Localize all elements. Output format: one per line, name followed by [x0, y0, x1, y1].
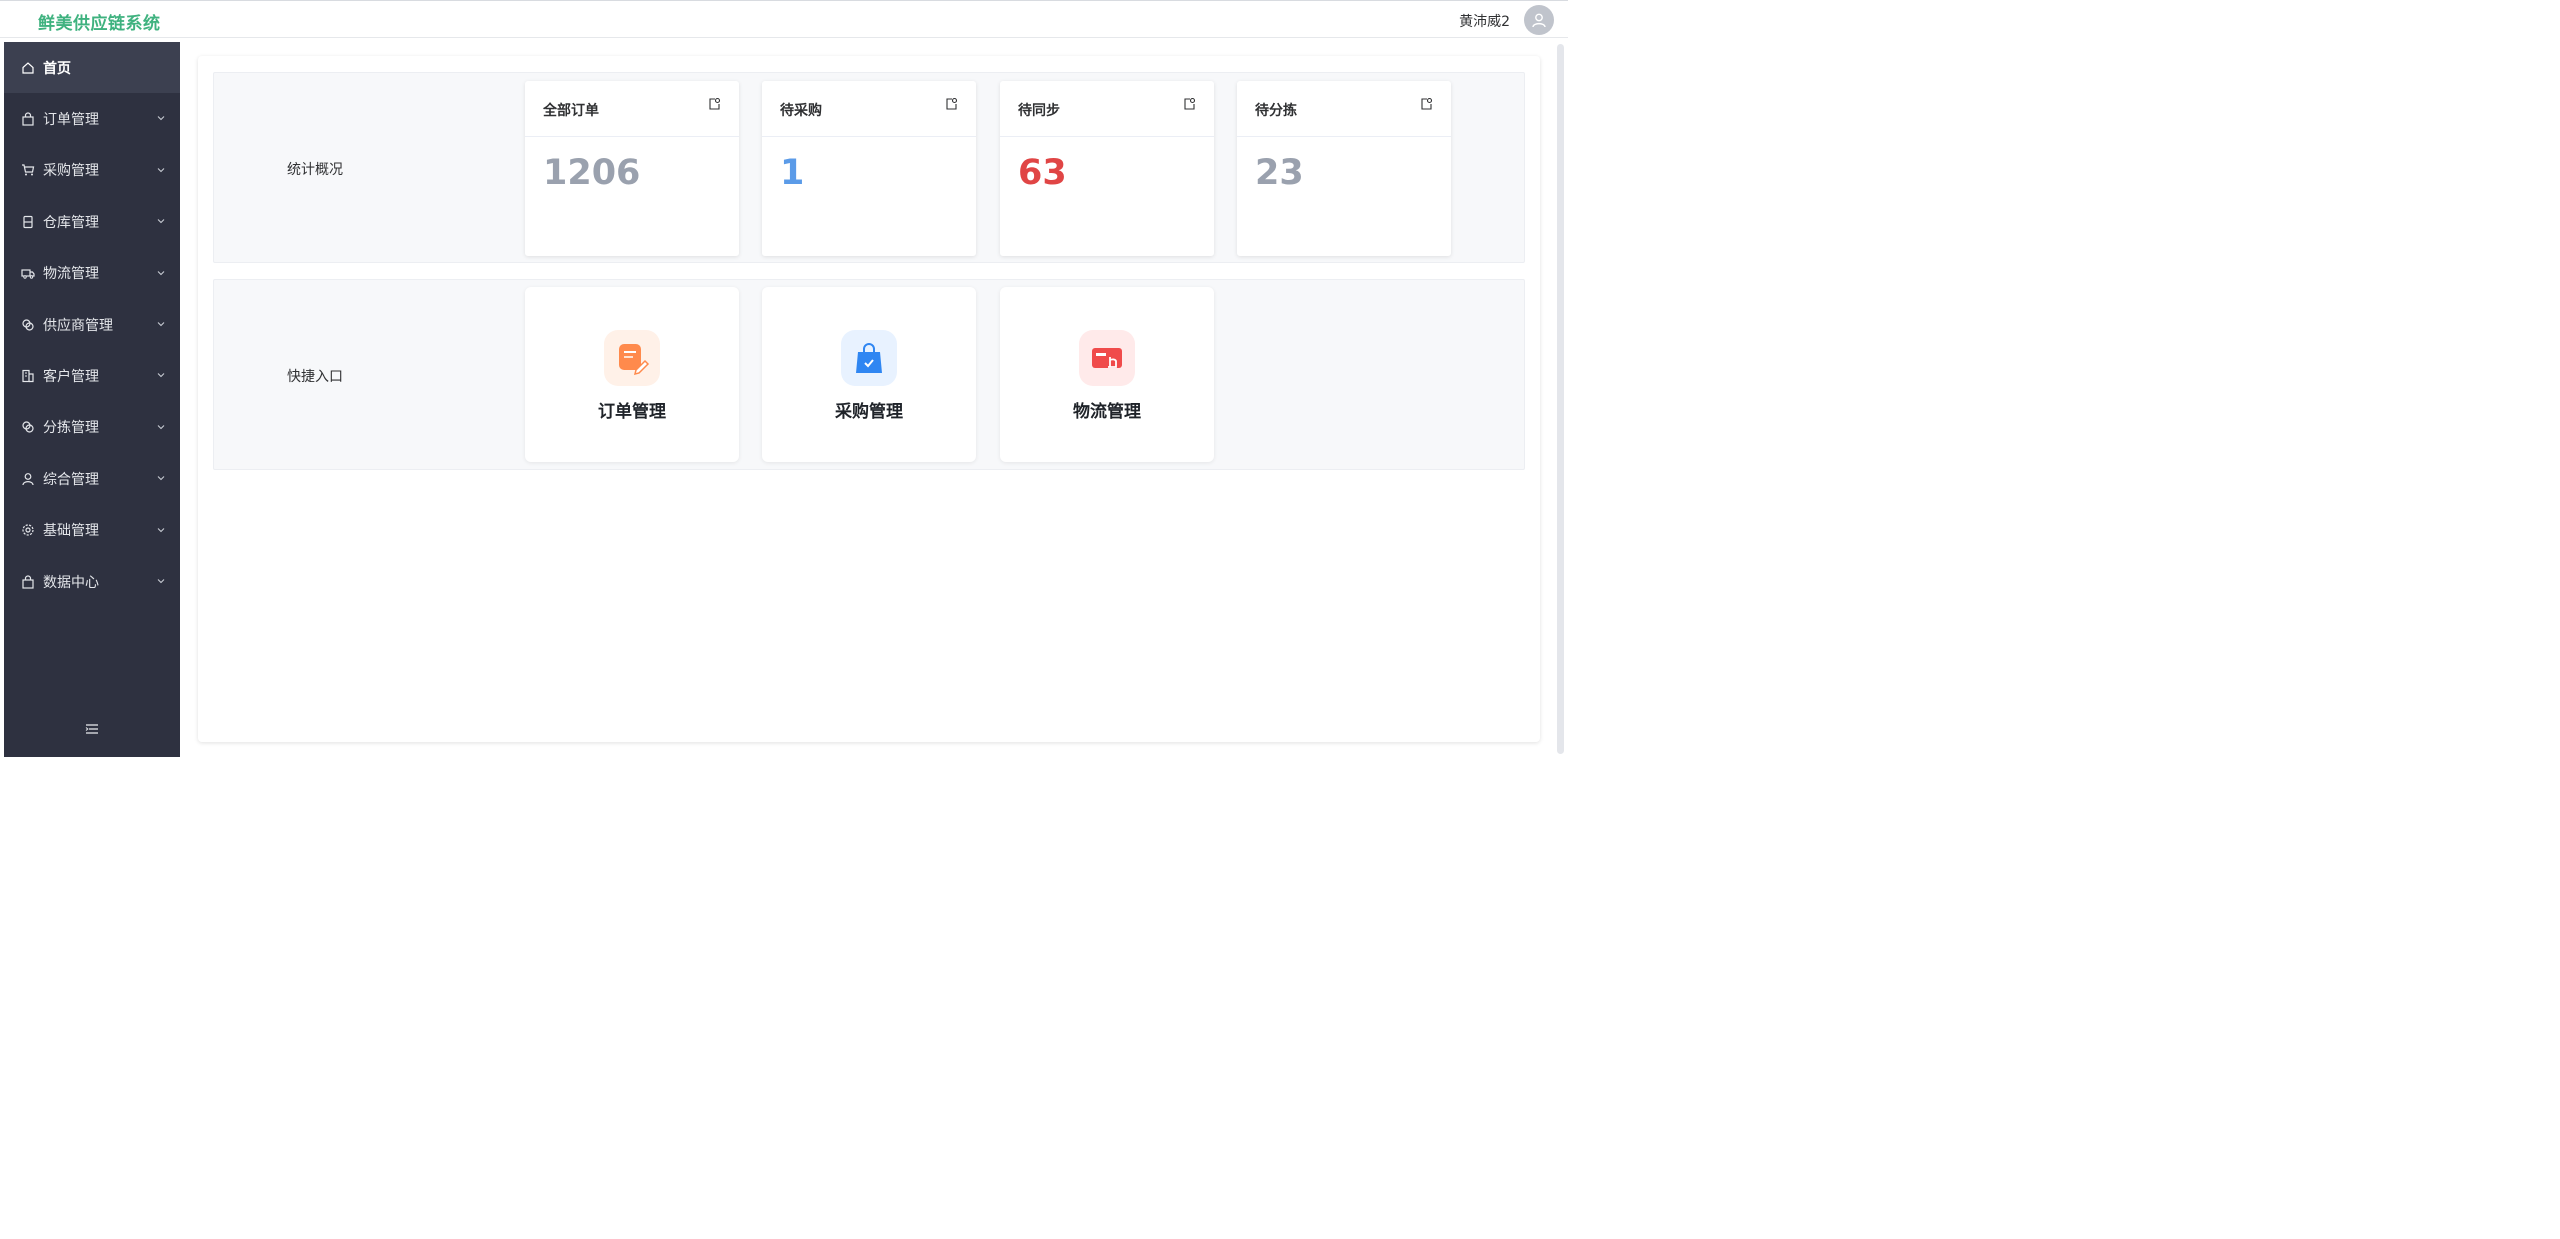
- stat-value: 1206: [543, 153, 641, 193]
- stat-value: 63: [1018, 153, 1067, 193]
- top-bar: 鲜美供应链系统 黄沛威2: [0, 0, 1568, 38]
- sidebar-item-orders[interactable]: 订单管理: [4, 93, 180, 144]
- sidebar-item-label: 订单管理: [43, 112, 99, 129]
- sidebar-item-label: 采购管理: [43, 163, 99, 180]
- quick-entry-logistics[interactable]: 物流管理: [1000, 287, 1214, 462]
- section-title: 统计概况: [287, 162, 343, 178]
- sidebar-item-home[interactable]: 首页: [4, 42, 180, 94]
- username[interactable]: 黄沛威2: [1459, 11, 1510, 31]
- sidebar-item-label: 供应商管理: [43, 317, 113, 334]
- link-icon: [21, 318, 35, 332]
- order-edit-icon: [604, 330, 660, 386]
- chevron-down-icon: [157, 527, 165, 532]
- bag-icon: [21, 112, 35, 126]
- box-icon: [21, 215, 35, 229]
- stat-value: 1: [780, 153, 805, 193]
- user-icon: [21, 472, 35, 486]
- sidebar-item-label: 数据中心: [43, 574, 99, 591]
- sidebar-item-label: 物流管理: [43, 266, 99, 283]
- sidebar-item-basic[interactable]: 基础管理: [4, 505, 180, 556]
- sidebar-item-general[interactable]: 综合管理: [4, 453, 180, 504]
- chevron-down-icon: [157, 322, 165, 327]
- stat-card-header: 待分拣: [1237, 81, 1451, 137]
- sidebar-item-label: 首页: [43, 60, 71, 77]
- chevron-down-icon: [157, 579, 165, 584]
- sidebar-item-label: 仓库管理: [43, 214, 99, 231]
- sidebar-item-warehouse[interactable]: 仓库管理: [4, 196, 180, 247]
- office-icon: [21, 369, 35, 383]
- stat-title: 待分拣: [1255, 103, 1297, 119]
- chevron-down-icon: [157, 270, 165, 275]
- link-icon: [21, 420, 35, 434]
- user-icon: [1532, 13, 1546, 28]
- sidebar-item-label: 基础管理: [43, 523, 99, 540]
- open-link-icon[interactable]: [1419, 97, 1433, 111]
- stat-title: 待采购: [780, 103, 822, 119]
- chevron-down-icon: [157, 116, 165, 121]
- home-icon: [21, 61, 35, 75]
- quick-entry-purchase[interactable]: 采购管理: [762, 287, 976, 462]
- stat-card-pending-sync[interactable]: 待同步 63: [1000, 81, 1214, 256]
- section-title: 快捷入口: [287, 369, 343, 385]
- sidebar-item-purchase[interactable]: 采购管理: [4, 145, 180, 196]
- open-link-icon[interactable]: [944, 97, 958, 111]
- sidebar: 首页 订单管理 采购管理 仓库管理 物流管理 供应商管理 客户管理 分拣管理 综…: [4, 42, 180, 757]
- chevron-down-icon: [157, 424, 165, 430]
- chevron-down-icon: [157, 476, 165, 481]
- sidebar-item-suppliers[interactable]: 供应商管理: [4, 299, 180, 350]
- chevron-down-icon: [157, 167, 165, 173]
- sidebar-item-label: 分拣管理: [43, 420, 99, 437]
- stat-title: 待同步: [1018, 103, 1060, 119]
- sidebar-item-label: 客户管理: [43, 369, 99, 386]
- stat-card-all-orders[interactable]: 全部订单 1206: [525, 81, 739, 256]
- quick-entry-orders[interactable]: 订单管理: [525, 287, 739, 462]
- sidebar-item-data-center[interactable]: 数据中心: [4, 556, 180, 607]
- stat-title: 全部订单: [543, 103, 599, 119]
- vertical-scrollbar[interactable]: [1557, 44, 1564, 754]
- stat-card-header: 全部订单: [525, 81, 739, 137]
- main-panel: 统计概况 全部订单 1206 待采购 1 待同步 63 待分拣 23 快捷入口 …: [198, 56, 1540, 742]
- stat-card-header: 待采购: [762, 81, 976, 137]
- truck-icon: [21, 266, 35, 280]
- chevron-down-icon: [157, 219, 165, 224]
- stat-card-pending-sorting[interactable]: 待分拣 23: [1237, 81, 1451, 256]
- fold-icon: [85, 724, 98, 734]
- bag-icon: [21, 575, 35, 589]
- sidebar-collapse-button[interactable]: [84, 721, 100, 737]
- avatar[interactable]: [1524, 5, 1554, 35]
- quick-entry-section: 快捷入口 订单管理 采购管理 物流管理: [213, 279, 1525, 470]
- quick-entry-label: 采购管理: [835, 402, 903, 422]
- stat-value: 23: [1255, 153, 1304, 193]
- quick-entry-label: 物流管理: [1073, 402, 1141, 422]
- open-link-icon[interactable]: [707, 97, 721, 111]
- brand-logo[interactable]: 鲜美供应链系统: [38, 9, 161, 34]
- sidebar-item-customers[interactable]: 客户管理: [4, 350, 180, 401]
- stats-section: 统计概况 全部订单 1206 待采购 1 待同步 63 待分拣 23: [213, 72, 1525, 263]
- sidebar-item-logistics[interactable]: 物流管理: [4, 248, 180, 299]
- quick-entry-label: 订单管理: [598, 402, 666, 422]
- chevron-down-icon: [157, 373, 165, 378]
- card-tap-icon: [1079, 330, 1135, 386]
- stat-card-pending-purchase[interactable]: 待采购 1: [762, 81, 976, 256]
- shopping-bag-icon: [841, 330, 897, 386]
- open-link-icon[interactable]: [1182, 97, 1196, 111]
- gear-icon: [21, 523, 35, 537]
- sidebar-item-sorting[interactable]: 分拣管理: [4, 402, 180, 453]
- cart-icon: [21, 163, 35, 177]
- stat-card-header: 待同步: [1000, 81, 1214, 137]
- sidebar-item-label: 综合管理: [43, 471, 99, 488]
